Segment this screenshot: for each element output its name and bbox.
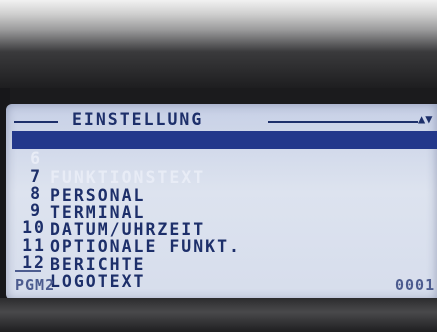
device-housing-top — [0, 0, 437, 88]
menu-title: EINSTELLUNG — [72, 110, 204, 129]
menu-item-funktionstext[interactable]: 6 FUNKTIONSTEXT — [0, 130, 437, 187]
mode-indicator: PGM2 — [15, 276, 56, 294]
scroll-arrow-icon[interactable]: ▲▼ — [418, 112, 432, 126]
header-rule-right — [268, 121, 418, 123]
header-rule-left — [14, 121, 58, 123]
device-housing-bottom — [0, 298, 437, 332]
menu-item-optionale-funkt[interactable]: 10 OPTIONALE FUNKT. — [0, 199, 437, 256]
counter-display: 0001 — [395, 276, 436, 294]
menu-item-logotext[interactable]: 12 LOGOTEXT — [0, 234, 437, 291]
footer-rule — [15, 270, 41, 272]
menu-item-label: LOGOTEXT — [50, 272, 146, 291]
